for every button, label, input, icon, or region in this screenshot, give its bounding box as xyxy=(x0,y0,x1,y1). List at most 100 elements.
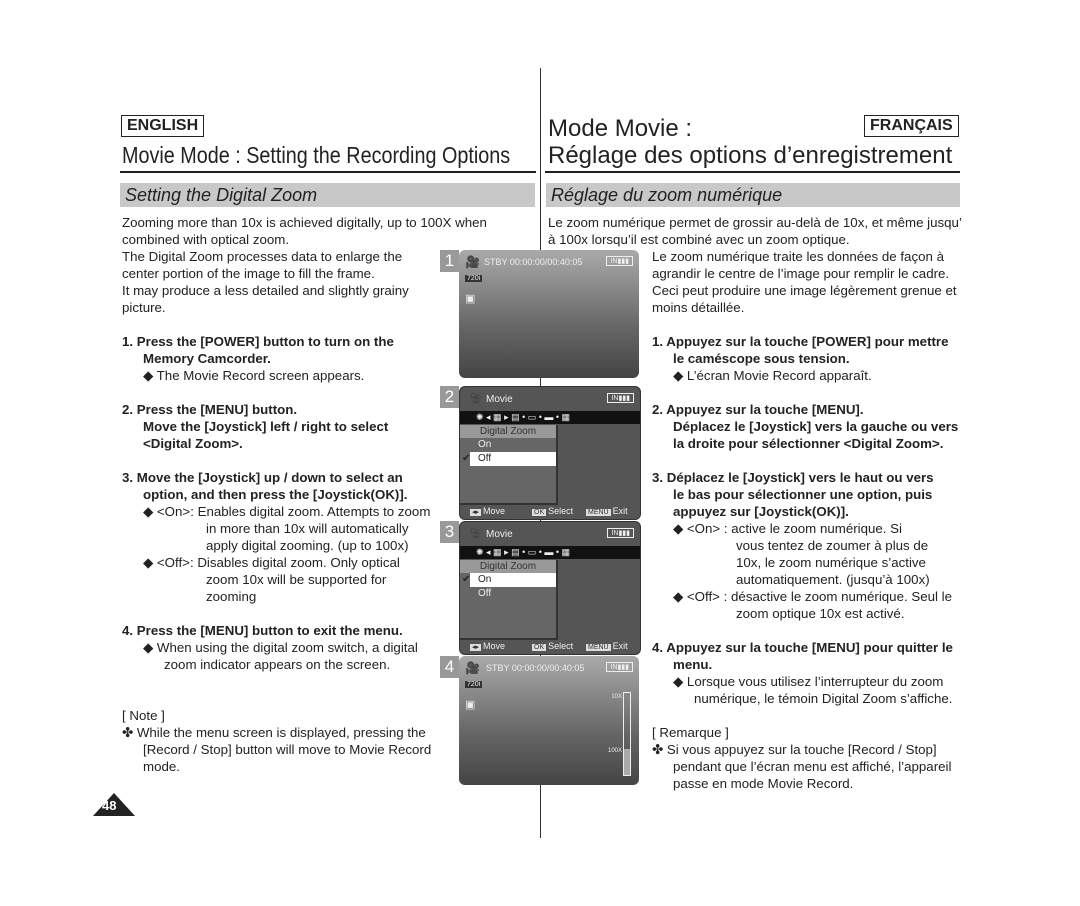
camcorder-screen-standby: 🎥 STBY 00:00:00/00:40:05 IN▮▮▮ 720i ▣ xyxy=(459,250,639,378)
zoom-label-100x: 100X xyxy=(607,748,622,754)
text-line: agrandir le centre de l’image pour rempl… xyxy=(652,266,950,281)
section-heading-french: Réglage du zoom numérique xyxy=(546,183,960,207)
battery-icon: IN▮▮▮ xyxy=(607,528,634,538)
footer-exit: MENU Exit xyxy=(586,506,628,516)
step-3-on-bullet: ◆ <On>: Enables digital zoom. Attempts t… xyxy=(143,503,430,554)
step-number-badge: 1 xyxy=(440,250,459,272)
text-line: ◆ Lorsque vous utilisez l’interrupteur d… xyxy=(673,674,944,689)
step-3-fr: 3. Déplacez le [Joystick] vers le haut o… xyxy=(652,469,934,520)
note-title-fr: [ Remarque ] xyxy=(652,725,729,740)
step-3-off-fr: ◆ <Off> : désactive le zoom numérique. S… xyxy=(673,588,952,622)
menu-mode-title: Movie xyxy=(486,529,513,540)
text-line: Le zoom numérique traite les données de … xyxy=(652,249,944,264)
text-line: 3. Déplacez le [Joystick] vers le haut o… xyxy=(652,470,934,485)
footer-select: OK Select xyxy=(532,506,574,516)
text-line: option, and then press the [Joystick(OK)… xyxy=(143,487,408,502)
text-line: le caméscope sous tension. xyxy=(673,351,850,366)
intro-text: Zooming more than 10x is achieved digita… xyxy=(122,214,487,316)
text-line: menu. xyxy=(673,657,713,672)
step-2-fr: 2. Appuyez sur la touche [MENU]. Déplacez… xyxy=(652,401,958,452)
text-line: vous tentez de zoumer à plus de xyxy=(736,538,929,553)
text-line: apply digital zooming. (up to 100x) xyxy=(206,538,409,553)
battery-icon: IN▮▮▮ xyxy=(606,662,633,672)
menu-option-off[interactable]: Off xyxy=(460,587,556,601)
text-line: Move the [Joystick] left / right to sele… xyxy=(143,419,389,434)
joystick-icon: ◂▸ xyxy=(470,509,482,516)
zoom-label-10x: 10X xyxy=(611,694,622,700)
text-line: 1. Appuyez sur la touche [POWER] pour me… xyxy=(652,334,949,349)
text-line: center portion of the image to fill the … xyxy=(122,266,375,281)
battery-icon: IN▮▮▮ xyxy=(606,256,633,266)
text-line: in more than 10x will automatically xyxy=(206,521,409,536)
step-3-off-bullet: ◆ <Off>: Disables digital zoom. Only opt… xyxy=(143,554,400,605)
text-line: ✤ Si vous appuyez sur la touche [Record … xyxy=(652,742,937,757)
text-line: ✤ While the menu screen is displayed, pr… xyxy=(122,725,426,740)
joystick-icon: ◂▸ xyxy=(470,644,482,651)
text-line: ◆ <Off> : désactive le zoom numérique. S… xyxy=(673,589,953,604)
footer-select: OK Select xyxy=(532,641,574,651)
resolution-badge: 720i xyxy=(465,681,483,688)
camcorder-screen-digital-zoom: 🎥 STBY 00:00:00/00:40:05 IN▮▮▮ 720i ▣ 10… xyxy=(459,656,639,785)
text-line: appuyez sur [Joystick(OK)]. xyxy=(673,504,849,519)
text-line: zooming xyxy=(206,589,257,604)
text-line: zoom indicator appears on the screen. xyxy=(164,657,391,672)
menu-mode-title: Movie xyxy=(486,394,513,405)
text-line: 1. Press the [POWER] button to turn on t… xyxy=(122,334,394,349)
language-label-english: ENGLISH xyxy=(121,115,205,137)
step-3-on-fr: ◆ <On> : active le zoom numérique. Si vou… xyxy=(673,520,930,588)
step-1: 1. Press the [POWER] button to turn on t… xyxy=(122,333,394,367)
text-line: ◆ <On> : active le zoom numérique. Si xyxy=(673,521,902,536)
text-line: Memory Camcorder. xyxy=(143,351,271,366)
step-1-fr: 1. Appuyez sur la touche [POWER] pour me… xyxy=(652,333,949,367)
text-line: It may produce a less detailed and sligh… xyxy=(122,283,409,298)
language-label-french: FRANÇAIS xyxy=(864,115,959,137)
step-number-badge: 2 xyxy=(440,386,459,408)
note-text: ✤ While the menu screen is displayed, pr… xyxy=(122,724,431,775)
text-line: ◆ <Off>: Disables digital zoom. Only opt… xyxy=(143,555,400,570)
text-line: 2. Appuyez sur la touche [MENU]. xyxy=(652,402,864,417)
camera-icon: 🎥 xyxy=(468,393,482,405)
text-line: ◆ <On>: Enables digital zoom. Attempts t… xyxy=(143,504,431,519)
menu-option-off[interactable]: ✔ Off xyxy=(462,452,556,466)
text-line: The Digital Zoom processes data to enlar… xyxy=(122,249,403,264)
intro-text-fr: Le zoom numérique permet de grossir au-d… xyxy=(548,214,962,248)
text-line: zoom optique 10x est activé. xyxy=(736,606,905,621)
footer-exit: MENU Exit xyxy=(586,641,628,651)
text-line: picture. xyxy=(122,300,166,315)
text-line: mode. xyxy=(143,759,180,774)
step-4-bullet-fr: ◆ Lorsque vous utilisez l’interrupteur d… xyxy=(673,673,952,707)
page-number: 48 xyxy=(93,793,135,816)
intro-text-fr-2: Le zoom numérique traite les données de … xyxy=(652,248,957,316)
step-4-bullet: ◆ When using the digital zoom switch, a … xyxy=(143,639,418,673)
text-line: moins détaillée. xyxy=(652,300,745,315)
menu-title: Digital Zoom xyxy=(460,560,556,573)
text-line: la droite pour sélectionner <Digital Zoo… xyxy=(673,436,944,451)
menu-option-on[interactable]: On xyxy=(460,438,556,452)
divider xyxy=(545,171,960,173)
digital-zoom-menu: Digital Zoom On ✔ Off xyxy=(460,425,558,505)
manual-page: ENGLISH FRANÇAIS Movie Mode : Setting th… xyxy=(0,0,1080,906)
text-line: Ceci peut produire une image légèrement … xyxy=(652,283,957,298)
text-line: ◆ When using the digital zoom switch, a … xyxy=(143,640,418,655)
menu-title: Digital Zoom xyxy=(460,425,556,438)
battery-icon: IN▮▮▮ xyxy=(607,393,634,403)
text-line: 2. Press the [MENU] button. xyxy=(122,402,298,417)
page-title-english: Movie Mode : Setting the Recording Optio… xyxy=(122,142,511,168)
text-line: combined with optical zoom. xyxy=(122,232,290,247)
note-title: [ Note ] xyxy=(122,708,165,723)
digital-zoom-indicator xyxy=(623,692,631,776)
text-line: [Record / Stop] button will move to Movi… xyxy=(143,742,432,757)
step-1-bullet: ◆ The Movie Record screen appears. xyxy=(143,368,365,383)
text-line: Déplacez le [Joystick] vers la gauche ou… xyxy=(673,419,959,434)
menu-icon-bar: ✺ ◂ ▦ ▸ ▤ • ▭ • ▬ • ▦ xyxy=(460,411,640,424)
text-line: à 100x lorsqu’il est combiné avec un zoo… xyxy=(548,232,850,247)
status-readout: STBY 00:00:00/00:40:05 xyxy=(486,663,585,673)
page-title-french: Réglage des options d’enregistrement xyxy=(548,142,953,169)
check-icon: ✔ xyxy=(462,574,471,585)
page-title-french-mode: Mode Movie : xyxy=(548,115,693,142)
step-1-bullet-fr: ◆ L’écran Movie Record apparaît. xyxy=(673,368,872,383)
menu-icon-bar: ✺ ◂ ▦ ▸ ▤ • ▭ • ▬ • ▦ xyxy=(460,546,640,559)
camera-icon: 🎥 xyxy=(468,528,482,540)
menu-option-on[interactable]: ✔ On xyxy=(462,573,556,587)
camera-icon: 🎥 xyxy=(465,255,480,269)
